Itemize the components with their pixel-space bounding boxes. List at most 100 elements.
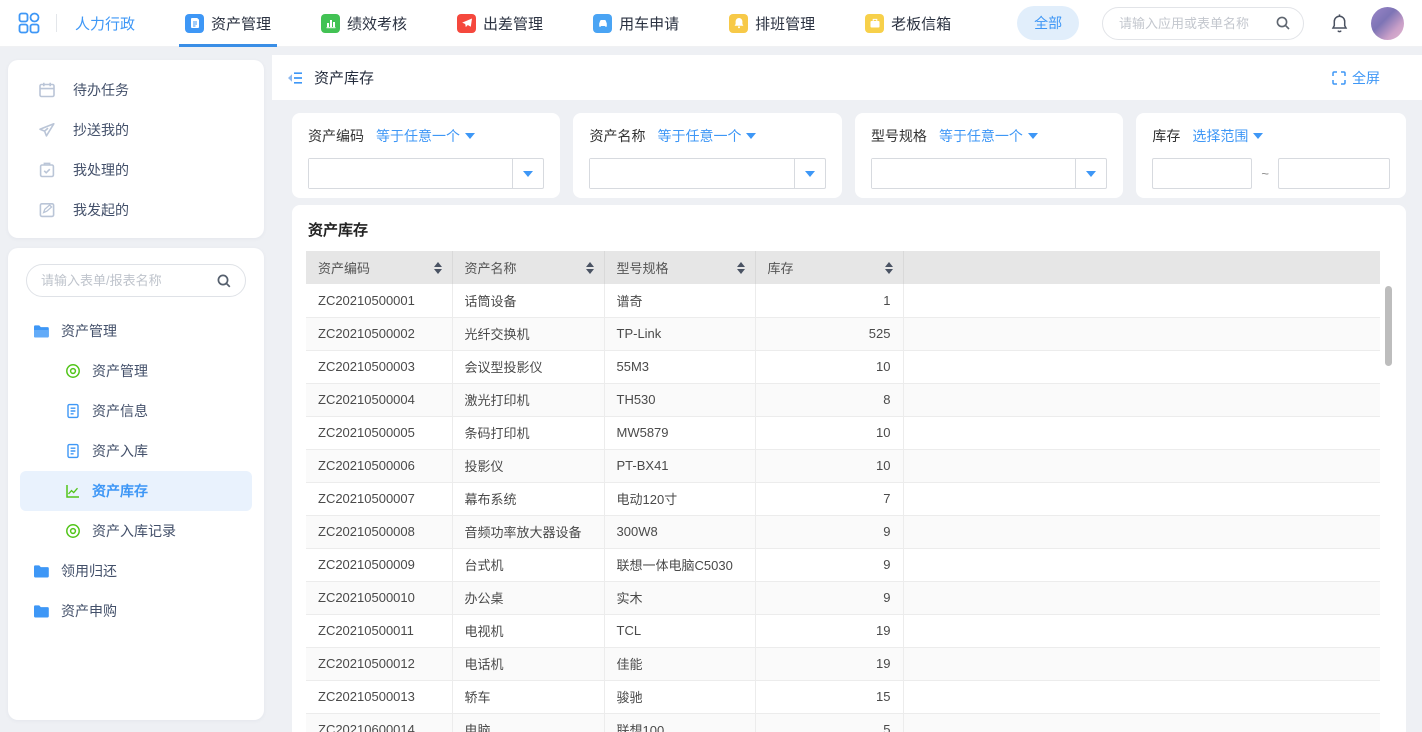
folder-icon <box>33 604 50 619</box>
app-search-box[interactable] <box>1102 7 1304 40</box>
table-row[interactable]: ZC20210500009 台式机 联想一体电脑C5030 9 <box>306 548 1380 581</box>
vertical-scrollbar[interactable] <box>1385 286 1392 366</box>
table-row[interactable]: ZC20210500011 电视机 TCL 19 <box>306 614 1380 647</box>
cell-asset-code: ZC20210500009 <box>306 548 452 581</box>
cell-model-spec: 电动120寸 <box>604 482 755 515</box>
tab-hr-admin[interactable]: 人力行政 <box>75 0 135 47</box>
app-search-input[interactable] <box>1119 16 1275 31</box>
cell-stock: 9 <box>755 581 903 614</box>
filter-asset-code: 资产编码 等于任意一个 <box>292 113 560 198</box>
filter-condition-selector[interactable]: 等于任意一个 <box>657 126 756 146</box>
filter-condition-selector[interactable]: 选择范围 <box>1192 126 1263 146</box>
filter-asset-name: 资产名称 等于任意一个 <box>573 113 841 198</box>
column-header-stock[interactable]: 库存 <box>755 251 903 284</box>
table-row[interactable]: ZC20210500007 幕布系统 电动120寸 7 <box>306 482 1380 515</box>
cell-empty <box>903 416 1380 449</box>
column-header-asset-name[interactable]: 资产名称 <box>452 251 604 284</box>
chevron-down-icon <box>1253 133 1263 139</box>
tab-business-trip[interactable]: 出差管理 <box>457 0 543 47</box>
fullscreen-icon <box>1332 71 1346 85</box>
dropdown-toggle[interactable] <box>794 159 825 188</box>
cell-asset-name: 电脑 <box>452 713 604 732</box>
sort-icon[interactable] <box>586 262 594 274</box>
cell-empty <box>903 581 1380 614</box>
table-row[interactable]: ZC20210500001 话筒设备 谱奇 1 <box>306 284 1380 317</box>
collapse-sidebar-icon[interactable] <box>286 69 304 87</box>
cell-empty <box>903 317 1380 350</box>
chevron-down-icon <box>523 171 533 177</box>
sort-icon[interactable] <box>885 262 893 274</box>
sidebar-item-todo-tasks[interactable]: 待办任务 <box>8 70 264 110</box>
document-app-icon <box>185 14 204 33</box>
dropdown-toggle[interactable] <box>512 159 543 188</box>
notification-bell-icon[interactable] <box>1330 13 1349 34</box>
tab-asset-management[interactable]: 资产管理 <box>185 0 271 47</box>
form-search-box[interactable] <box>26 264 246 297</box>
fullscreen-label: 全屏 <box>1352 68 1380 88</box>
app-grid-icon[interactable] <box>18 12 40 34</box>
column-header-asset-code[interactable]: 资产编码 <box>306 251 452 284</box>
tree-node-asset-inbound[interactable]: 资产入库 <box>8 431 264 471</box>
table-row[interactable]: ZC20210500005 条码打印机 MW5879 10 <box>306 416 1380 449</box>
tab-boss-mailbox[interactable]: 老板信箱 <box>865 0 951 47</box>
cell-empty <box>903 449 1380 482</box>
doc-icon <box>65 403 81 419</box>
dropdown-toggle[interactable] <box>1075 159 1106 188</box>
sort-icon[interactable] <box>434 262 442 274</box>
table-row[interactable]: ZC20210500006 投影仪 PT-BX41 10 <box>306 449 1380 482</box>
form-search-input[interactable] <box>41 273 216 288</box>
table-row[interactable]: ZC20210500013 轿车 骏驰 15 <box>306 680 1380 713</box>
cell-asset-name: 会议型投影仪 <box>452 350 604 383</box>
tab-label: 绩效考核 <box>347 13 407 34</box>
search-icon[interactable] <box>1275 15 1291 31</box>
tree-node-asset-info[interactable]: 资产信息 <box>8 391 264 431</box>
table-row[interactable]: ZC20210500003 会议型投影仪 55M3 10 <box>306 350 1380 383</box>
cell-asset-code: ZC20210500012 <box>306 647 452 680</box>
fullscreen-button[interactable]: 全屏 <box>1332 68 1380 88</box>
tab-performance[interactable]: 绩效考核 <box>321 0 407 47</box>
sort-icon[interactable] <box>737 262 745 274</box>
column-header-empty <box>903 251 1380 284</box>
table-row[interactable]: ZC20210600014 电脑 联想100 5 <box>306 713 1380 732</box>
all-apps-badge[interactable]: 全部 <box>1017 6 1079 40</box>
tree-node-asset-inbound-records[interactable]: 资产入库记录 <box>8 511 264 551</box>
tree-node-asset-management-folder[interactable]: 资产管理 <box>8 311 264 351</box>
table-row[interactable]: ZC20210500002 光纤交换机 TP-Link 525 <box>306 317 1380 350</box>
cell-model-spec: 联想一体电脑C5030 <box>604 548 755 581</box>
sidebar-shortcuts-card: 待办任务 抄送我的 我处理的 我发起的 <box>8 60 264 238</box>
column-header-model-spec[interactable]: 型号规格 <box>604 251 755 284</box>
tab-vehicle-request[interactable]: 用车申请 <box>593 0 679 47</box>
cell-asset-code: ZC20210500001 <box>306 284 452 317</box>
filter-condition-selector[interactable]: 等于任意一个 <box>939 126 1038 146</box>
calendar-icon <box>38 81 56 99</box>
tree-node-asset-inventory[interactable]: 资产库存 <box>20 471 252 511</box>
filter-label: 库存 <box>1152 126 1180 146</box>
filter-condition-selector[interactable]: 等于任意一个 <box>376 126 475 146</box>
filter-model-spec: 型号规格 等于任意一个 <box>855 113 1123 198</box>
tab-shift-schedule[interactable]: 排班管理 <box>729 0 815 47</box>
sidebar-item-handled-by-me[interactable]: 我处理的 <box>8 150 264 190</box>
tree-node-asset-management[interactable]: 资产管理 <box>8 351 264 391</box>
stock-range-min-input[interactable] <box>1152 158 1252 189</box>
sidebar-item-cc-to-me[interactable]: 抄送我的 <box>8 110 264 150</box>
tab-label: 出差管理 <box>483 13 543 34</box>
stock-range-max-input[interactable] <box>1278 158 1390 189</box>
table-title: 资产库存 <box>308 219 1392 240</box>
table-row[interactable]: ZC20210500012 电话机 佳能 19 <box>306 647 1380 680</box>
tree-node-asset-purchase-folder[interactable]: 资产申购 <box>8 591 264 631</box>
table-row[interactable]: ZC20210500010 办公桌 实木 9 <box>306 581 1380 614</box>
table-row[interactable]: ZC20210500004 激光打印机 TH530 8 <box>306 383 1380 416</box>
cell-asset-name: 轿车 <box>452 680 604 713</box>
cell-model-spec: 实木 <box>604 581 755 614</box>
search-icon[interactable] <box>216 273 232 289</box>
table-row[interactable]: ZC20210500008 音频功率放大器设备 300W8 9 <box>306 515 1380 548</box>
sidebar-item-initiated-by-me[interactable]: 我发起的 <box>8 190 264 230</box>
tree-node-borrow-return-folder[interactable]: 领用归还 <box>8 551 264 591</box>
filter-asset-name-input[interactable] <box>590 159 793 188</box>
filter-model-spec-input[interactable] <box>872 159 1075 188</box>
cell-stock: 7 <box>755 482 903 515</box>
cell-model-spec: 联想100 <box>604 713 755 732</box>
filter-asset-code-input[interactable] <box>309 159 512 188</box>
cell-asset-code: ZC20210500004 <box>306 383 452 416</box>
user-avatar[interactable] <box>1371 7 1404 40</box>
